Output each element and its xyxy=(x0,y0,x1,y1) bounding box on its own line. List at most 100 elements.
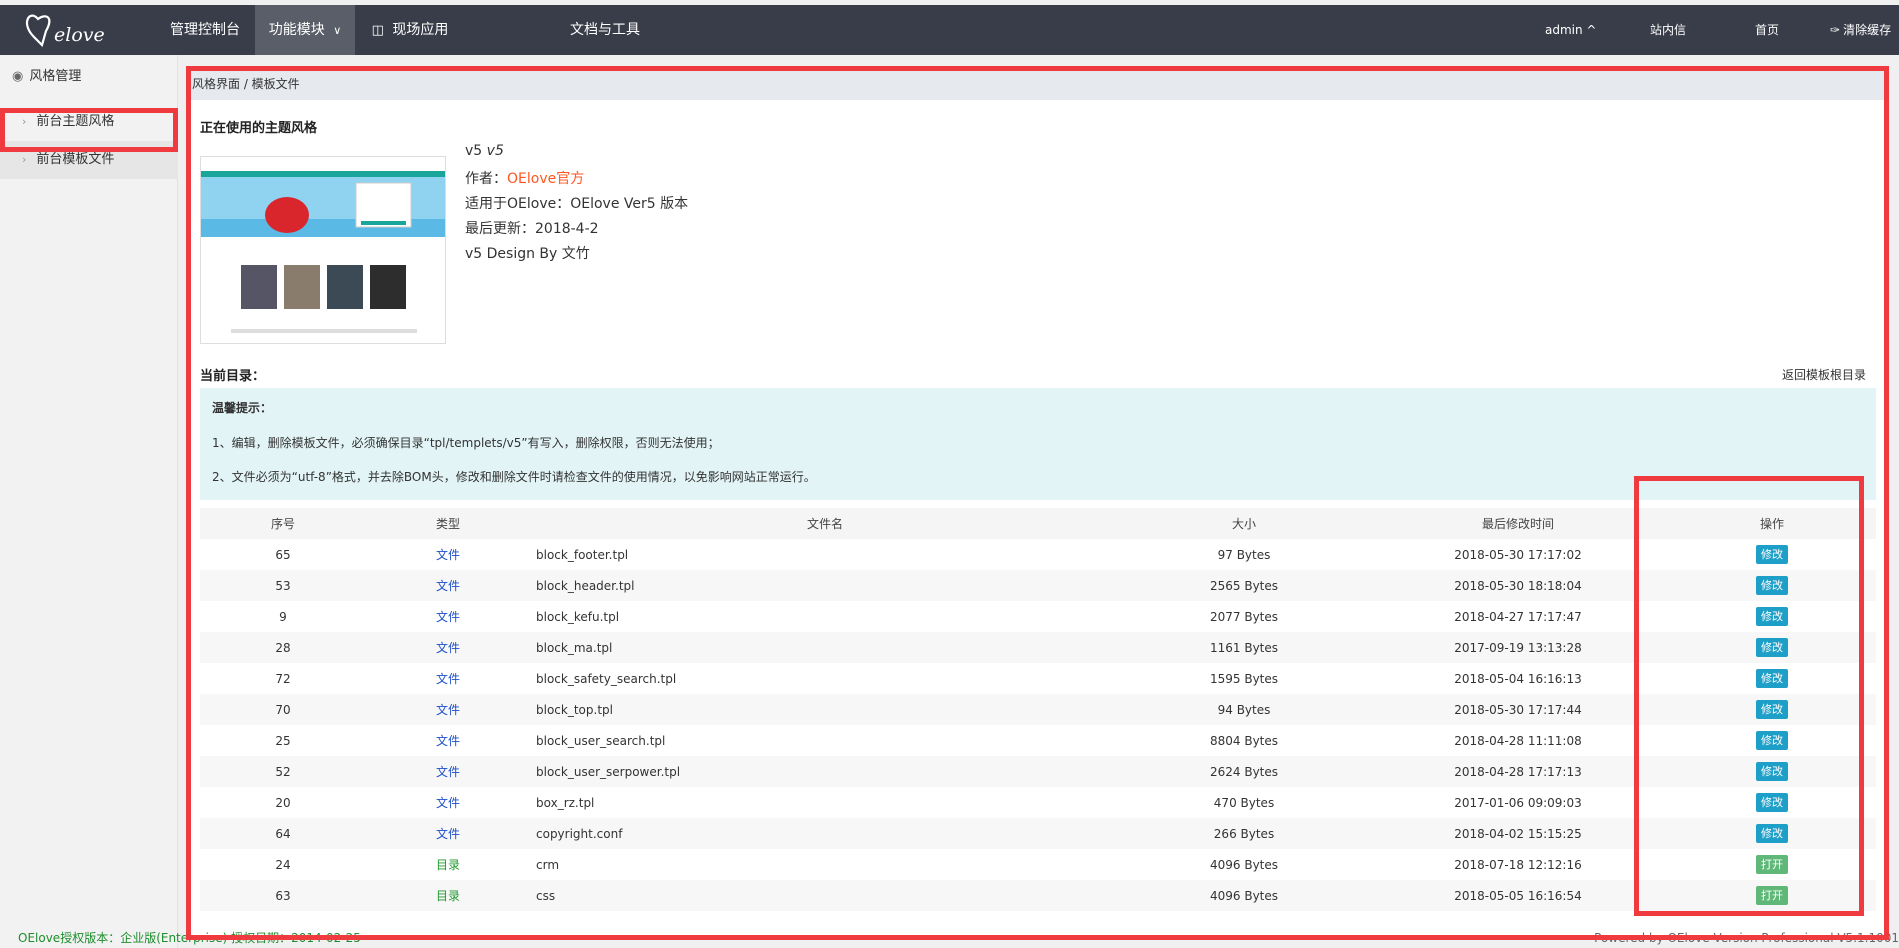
svg-text:elove: elove xyxy=(54,24,105,46)
chevron-down-icon: ∨ xyxy=(333,24,342,37)
file-size: 97 Bytes xyxy=(1217,547,1271,562)
messages-link[interactable]: 站内信 xyxy=(1650,5,1686,55)
file-id: 53 xyxy=(200,570,366,601)
sidebar-item-label: 前台模板文件 xyxy=(36,152,115,167)
file-mtime: 2017-09-19 13:13:28 xyxy=(1368,632,1668,663)
col-header-id: 序号 xyxy=(200,508,366,539)
file-id: 72 xyxy=(275,671,291,686)
table-row: 9 文件 block_kefu.tpl 2077 Bytes 2018-04-27 17… xyxy=(200,601,1876,632)
theme-author-label: 作者： xyxy=(465,171,507,187)
file-type: 文件 xyxy=(366,632,530,663)
back-to-root-link[interactable]: 返回模板根目录 xyxy=(1782,366,1866,383)
table-row: 70 文件 block_top.tpl 94 Bytes 2018-05-30 17:1… xyxy=(200,694,1876,725)
file-type: 文件 xyxy=(435,796,460,810)
theme-name: v5 v5 xyxy=(465,143,504,159)
edit-button[interactable]: 修改 xyxy=(1756,607,1788,626)
sidebar-item-template-files[interactable]: › 前台模板文件 xyxy=(0,141,178,179)
file-action-cell: 修改 xyxy=(1668,632,1876,663)
main-content: 风格界面 / 模板文件 正在使用的主题风格 v5 v5 作者：OElove官方 … xyxy=(188,68,1886,940)
file-size: 470 Bytes xyxy=(1213,795,1275,810)
edit-button[interactable]: 修改 xyxy=(1756,545,1788,564)
file-action-cell: 修改 xyxy=(1668,756,1876,787)
cube-icon: ◫ xyxy=(371,23,384,38)
file-action-cell: 修改 xyxy=(1668,725,1876,756)
file-size: 2565 Bytes xyxy=(1120,570,1368,601)
theme-author-link[interactable]: OElove官方 xyxy=(507,171,584,187)
file-name: block_user_serpower.tpl xyxy=(530,756,1120,787)
nav-console[interactable]: 管理控制台 xyxy=(155,5,255,55)
file-id: 64 xyxy=(200,818,366,849)
file-name: copyright.conf xyxy=(530,818,1120,849)
sidebar-header-label: 风格管理 xyxy=(29,69,82,84)
powered-by-footer: Powered by OElove Version Professional V… xyxy=(1594,931,1899,945)
nav-live-apps-label: 现场应用 xyxy=(392,22,449,38)
tips-line-1: 1、编辑，删除模板文件，必须确保目录“tpl/templets/v5”有写入，删… xyxy=(212,436,720,450)
file-mtime: 2018-05-30 17:17:44 xyxy=(1368,694,1668,725)
top-navigation-bar: elove 管理控制台 功能模块 ∨ ◫ 现场应用 文档与工具 admin ^ … xyxy=(0,5,1899,55)
tips-box: 温馨提示： 1、编辑，删除模板文件，必须确保目录“tpl/templets/v5… xyxy=(200,388,1876,500)
edit-button[interactable]: 修改 xyxy=(1756,700,1788,719)
home-link[interactable]: 首页 xyxy=(1755,5,1779,55)
edit-button[interactable]: 修改 xyxy=(1756,731,1788,750)
table-row: 24 目录 crm 4096 Bytes 2018-07-18 12:12:16 打开 xyxy=(200,849,1876,880)
file-size: 1161 Bytes xyxy=(1120,632,1368,663)
file-action-cell: 修改 xyxy=(1668,539,1876,570)
edit-button[interactable]: 修改 xyxy=(1756,762,1788,781)
file-id: 28 xyxy=(200,632,366,663)
file-name: box_rz.tpl xyxy=(536,795,595,810)
file-mtime: 2018-05-05 16:16:54 xyxy=(1368,880,1668,911)
edit-button[interactable]: 修改 xyxy=(1756,638,1788,657)
tips-line-2: 2、文件必须为“utf-8”格式，并去除BOM头，修改和删除文件时请检查文件的使… xyxy=(212,470,816,484)
file-mtime: 2018-04-28 11:11:08 xyxy=(1454,733,1582,748)
sidebar-item-theme-style[interactable]: › 前台主题风格 xyxy=(0,103,178,141)
file-mtime: 2018-04-02 15:15:25 xyxy=(1368,818,1668,849)
theme-name-italic: v5 xyxy=(486,143,504,159)
edit-button[interactable]: 修改 xyxy=(1756,824,1788,843)
theme-design: v5 Design By 文竹 xyxy=(465,246,590,262)
file-name: block_kefu.tpl xyxy=(536,609,620,624)
oelove-logo[interactable]: elove xyxy=(24,11,134,51)
nav-docs-tools[interactable]: 文档与工具 xyxy=(555,5,655,55)
col-header-action: 操作 xyxy=(1668,508,1876,539)
clear-cache-link[interactable]: ✑ 清除缓存 xyxy=(1830,5,1891,55)
template-files-table: 序号 类型 文件名 大小 最后修改时间 操作 65 文件 block_footer.… xyxy=(200,508,1876,911)
open-button[interactable]: 打开 xyxy=(1756,886,1788,905)
sidebar-item-label: 前台主题风格 xyxy=(36,114,115,129)
table-row: 65 文件 block_footer.tpl 97 Bytes 2018-05-30 1… xyxy=(200,539,1876,570)
edit-button[interactable]: 修改 xyxy=(1756,793,1788,812)
file-action-cell: 修改 xyxy=(1668,663,1876,694)
table-row: 20 文件 box_rz.tpl 470 Bytes 2017-01-06 09:09:… xyxy=(200,787,1876,818)
sidebar-header: ◉ 风格管理 xyxy=(12,67,81,87)
clear-cache-label: 清除缓存 xyxy=(1843,23,1892,37)
file-type: 文件 xyxy=(435,734,460,748)
file-type: 文件 xyxy=(366,694,530,725)
file-action-cell: 打开 xyxy=(1668,880,1876,911)
file-id: 24 xyxy=(275,857,291,872)
nav-live-apps[interactable]: ◫ 现场应用 xyxy=(355,5,465,55)
file-type: 文件 xyxy=(366,570,530,601)
table-row: 53 文件 block_header.tpl 2565 Bytes 2018-05-30… xyxy=(200,570,1876,601)
file-name: block_header.tpl xyxy=(530,570,1120,601)
file-size: 94 Bytes xyxy=(1120,694,1368,725)
open-button[interactable]: 打开 xyxy=(1756,855,1788,874)
edit-button[interactable]: 修改 xyxy=(1756,576,1788,595)
edit-button[interactable]: 修改 xyxy=(1756,669,1788,688)
chevron-right-icon: › xyxy=(22,153,27,166)
file-mtime: 2018-04-28 17:17:13 xyxy=(1368,756,1668,787)
user-menu[interactable]: admin ^ xyxy=(1545,5,1596,55)
file-mtime: 2018-04-27 17:17:47 xyxy=(1454,609,1582,624)
file-size: 1595 Bytes xyxy=(1209,671,1279,686)
file-id: 9 xyxy=(279,609,287,624)
file-action-cell: 修改 xyxy=(1668,818,1876,849)
breadcrumb: 风格界面 / 模板文件 xyxy=(188,68,1886,100)
file-mtime: 2018-05-30 18:18:04 xyxy=(1368,570,1668,601)
tips-title: 温馨提示： xyxy=(212,401,273,415)
table-row: 28 文件 block_ma.tpl 1161 Bytes 2017-09-19 13:… xyxy=(200,632,1876,663)
table-row: 63 目录 css 4096 Bytes 2018-05-05 16:16:54 打开 xyxy=(200,880,1876,911)
file-size: 8804 Bytes xyxy=(1209,733,1279,748)
file-id: 65 xyxy=(275,547,291,562)
nav-modules-label: 功能模块 xyxy=(268,22,325,38)
nav-modules[interactable]: 功能模块 ∨ xyxy=(255,5,355,55)
file-name: block_safety_search.tpl xyxy=(536,671,677,686)
file-name: block_user_search.tpl xyxy=(536,733,666,748)
